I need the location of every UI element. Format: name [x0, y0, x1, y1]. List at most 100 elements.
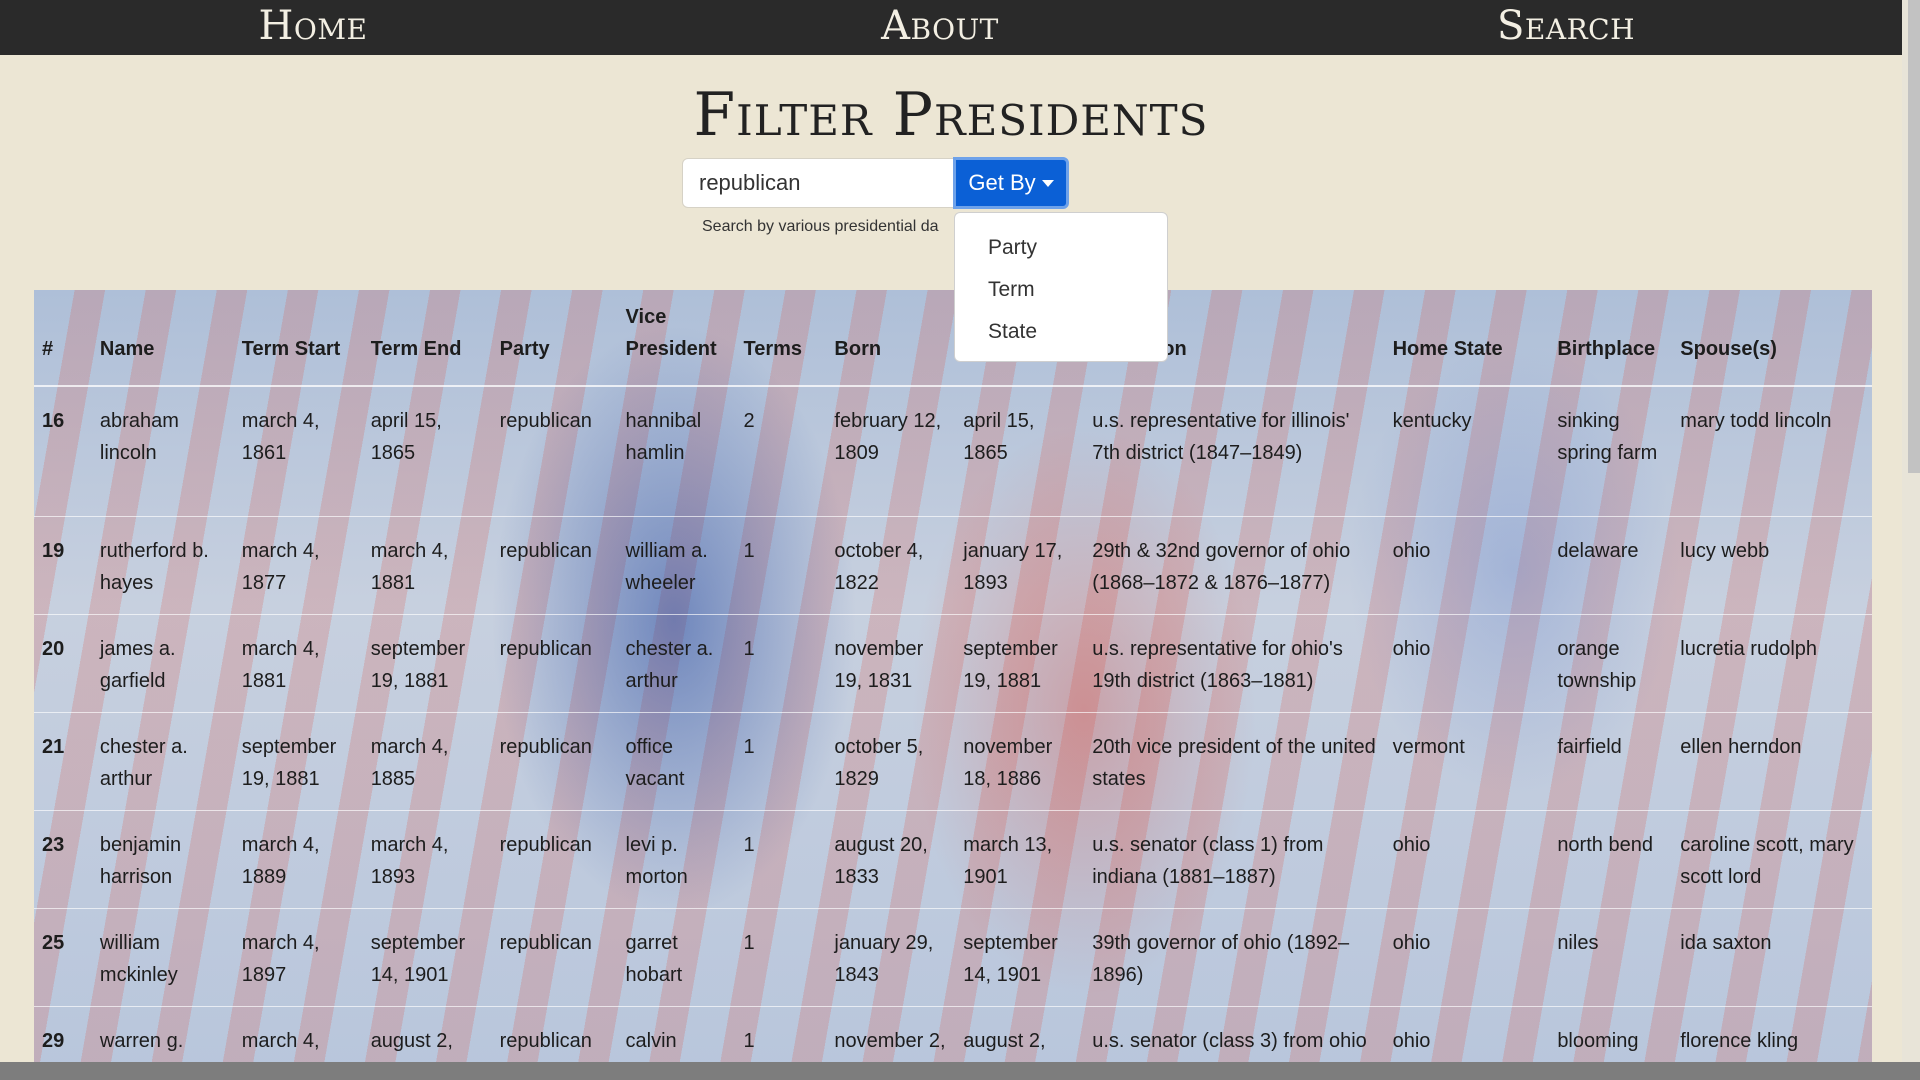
cell-party: republican: [491, 385, 618, 516]
cell-birthplace: north bend: [1549, 809, 1673, 908]
col-header-terms: Terms: [735, 290, 827, 387]
col-header-term-start: Term Start: [233, 290, 363, 387]
dropdown-option-term[interactable]: Term: [955, 269, 1167, 311]
cell-spouses: ida saxton: [1672, 907, 1872, 1006]
cell-occupation: u.s. senator (class 1) from indiana (188…: [1084, 809, 1385, 908]
cell-term-end: march 4, 1885: [362, 711, 492, 810]
cell-occupation: 29th & 32nd governor of ohio (1868–1872 …: [1084, 515, 1385, 614]
cell-term-start: march 4, 1881: [233, 613, 363, 712]
cell-birthplace: niles: [1549, 907, 1673, 1006]
vertical-scrollbar-thumb[interactable]: [1908, 0, 1920, 473]
cell-term-start: march 4, 1897: [233, 907, 363, 1006]
cell-vice-president: chester a. arthur: [617, 613, 736, 712]
cell-name: rutherford b. hayes: [91, 515, 234, 614]
cell-term-end: march 4, 1881: [362, 515, 492, 614]
table-header-row: # Name Term Start Term End Party Vice Pr…: [34, 290, 1872, 387]
cell-home-state: vermont: [1384, 711, 1550, 810]
cell-died: march 13, 1901: [955, 809, 1085, 908]
get-by-button-label: Get By: [968, 170, 1036, 195]
dropdown-option-state[interactable]: State: [955, 311, 1167, 353]
results-table-panel: # Name Term Start Term End Party Vice Pr…: [34, 290, 1872, 1080]
cell-birthplace: delaware: [1549, 515, 1673, 614]
table-row: 23 benjamin harrison march 4, 1889 march…: [34, 809, 1872, 908]
cell-occupation: u.s. representative for illinois' 7th di…: [1084, 385, 1385, 516]
cell-died: september 14, 1901: [955, 907, 1085, 1006]
cell-home-state: ohio: [1384, 613, 1550, 712]
get-by-dropdown-menu: Party Term State: [954, 212, 1168, 362]
table-row: 16 abraham lincoln march 4, 1861 april 1…: [34, 385, 1872, 516]
cell-party: republican: [491, 613, 618, 712]
cell-vice-president: garret hobart: [617, 907, 736, 1006]
col-header-name: Name: [91, 290, 234, 387]
cell-born: october 5, 1829: [826, 711, 956, 810]
cell-party: republican: [491, 515, 618, 614]
nav-home-link[interactable]: Home: [259, 0, 368, 55]
cell-spouses: caroline scott, mary scott lord: [1672, 809, 1872, 908]
caret-down-icon: [1041, 179, 1054, 187]
cell-spouses: mary todd lincoln: [1672, 385, 1872, 516]
col-header-born: Born: [826, 290, 956, 387]
cell-home-state: ohio: [1384, 515, 1550, 614]
cell-number: 25: [34, 907, 92, 1006]
cell-number: 19: [34, 515, 92, 614]
cell-term-start: march 4, 1889: [233, 809, 363, 908]
page-title: Filter Presidents: [693, 80, 1209, 150]
cell-terms: 2: [735, 385, 827, 516]
cell-home-state: ohio: [1384, 907, 1550, 1006]
cell-died: january 17, 1893: [955, 515, 1085, 614]
table-row: 25 william mckinley march 4, 1897 septem…: [34, 907, 1872, 1006]
cell-spouses: ellen herndon: [1672, 711, 1872, 810]
cell-born: february 12, 1809: [826, 385, 956, 516]
col-header-term-end: Term End: [362, 290, 492, 387]
cell-occupation: u.s. representative for ohio's 19th dist…: [1084, 613, 1385, 712]
cell-born: october 4, 1822: [826, 515, 956, 614]
cell-home-state: kentucky: [1384, 385, 1550, 516]
cell-died: april 15, 1865: [955, 385, 1085, 516]
nav-search-link[interactable]: Search: [1497, 0, 1635, 55]
cell-terms: 1: [735, 809, 827, 908]
cell-occupation: 39th governor of ohio (1892–1896): [1084, 907, 1385, 1006]
cell-name: chester a. arthur: [91, 711, 234, 810]
col-header-spouses: Spouse(s): [1672, 290, 1872, 387]
cell-number: 21: [34, 711, 92, 810]
cell-term-end: september 14, 1901: [362, 907, 492, 1006]
cell-terms: 1: [735, 613, 827, 712]
cell-vice-president: hannibal hamlin: [617, 385, 736, 516]
horizontal-scrollbar[interactable]: [0, 1062, 1920, 1080]
col-header-home-state: Home State: [1384, 290, 1550, 387]
cell-died: november 18, 1886: [955, 711, 1085, 810]
cell-terms: 1: [735, 711, 827, 810]
col-header-number: #: [34, 290, 92, 387]
cell-term-start: september 19, 1881: [233, 711, 363, 810]
nav-about-link[interactable]: About: [881, 0, 999, 55]
cell-birthplace: sinking spring farm: [1549, 385, 1673, 516]
col-header-birthplace: Birthplace: [1549, 290, 1673, 387]
cell-terms: 1: [735, 907, 827, 1006]
col-header-vice-president: Vice President: [617, 290, 736, 387]
cell-number: 16: [34, 385, 92, 516]
table-row: 20 james a. garfield march 4, 1881 septe…: [34, 613, 1872, 712]
cell-term-start: march 4, 1861: [233, 385, 363, 516]
get-by-dropdown-button[interactable]: Get By: [953, 157, 1069, 209]
cell-party: republican: [491, 907, 618, 1006]
search-input[interactable]: [682, 158, 954, 208]
cell-term-end: april 15, 1865: [362, 385, 492, 516]
cell-vice-president: william a. wheeler: [617, 515, 736, 614]
cell-died: september 19, 1881: [955, 613, 1085, 712]
cell-number: 20: [34, 613, 92, 712]
cell-terms: 1: [735, 515, 827, 614]
cell-vice-president: office vacant: [617, 711, 736, 810]
cell-birthplace: orange township: [1549, 613, 1673, 712]
cell-born: november 19, 1831: [826, 613, 956, 712]
cell-name: william mckinley: [91, 907, 234, 1006]
table-row: 19 rutherford b. hayes march 4, 1877 mar…: [34, 515, 1872, 614]
cell-name: abraham lincoln: [91, 385, 234, 516]
search-helper-text: Search by various presidential da: [702, 218, 939, 235]
cell-term-end: september 19, 1881: [362, 613, 492, 712]
cell-spouses: lucy webb: [1672, 515, 1872, 614]
cell-spouses: lucretia rudolph: [1672, 613, 1872, 712]
cell-occupation: 20th vice president of the united states: [1084, 711, 1385, 810]
cell-term-end: march 4, 1893: [362, 809, 492, 908]
table-row: 21 chester a. arthur september 19, 1881 …: [34, 711, 1872, 810]
dropdown-option-party[interactable]: Party: [955, 227, 1167, 269]
